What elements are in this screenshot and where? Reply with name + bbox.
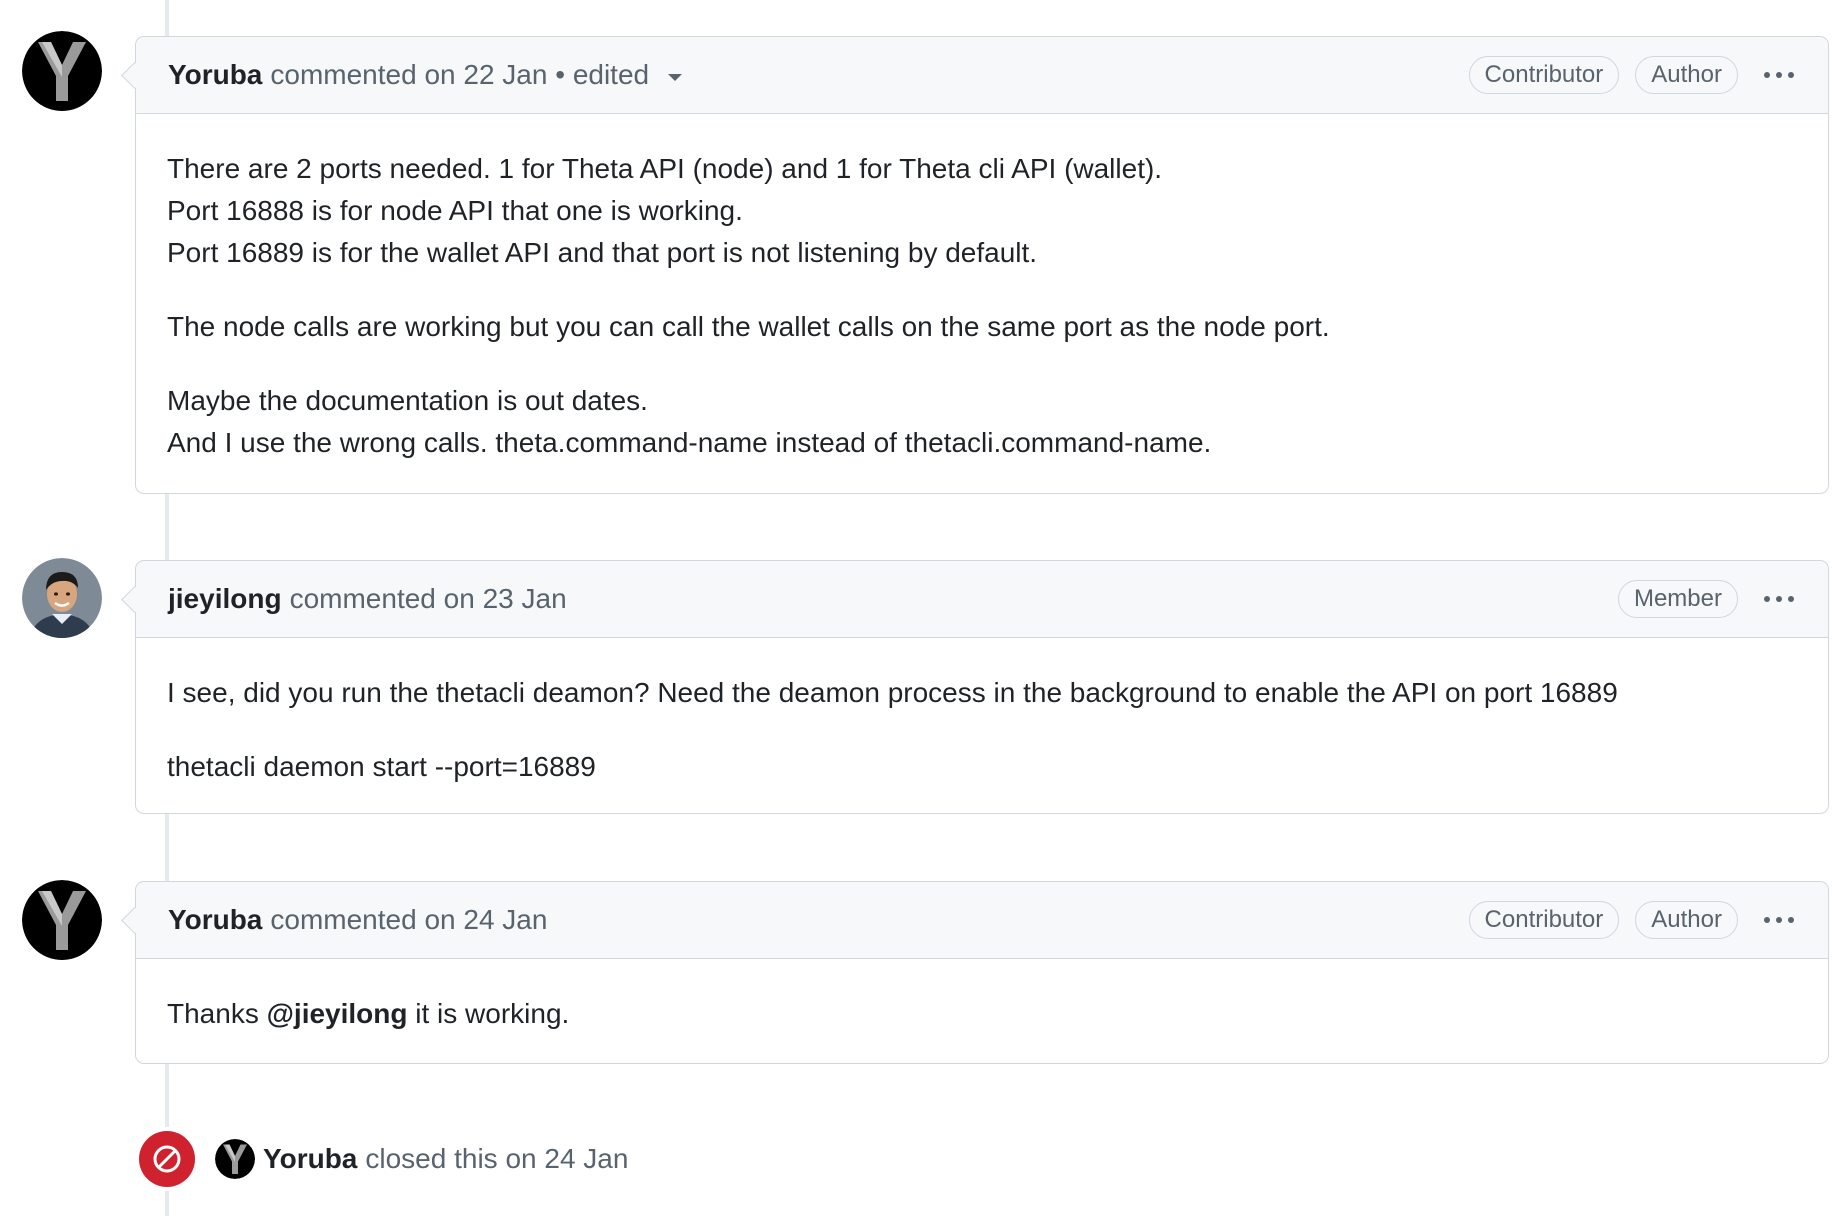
comment-author[interactable]: Yoruba [168,59,262,91]
author-badge: Author [1635,901,1738,939]
comment-paragraph: I see, did you run the thetacli deamon? … [167,677,1618,708]
comment-paragraph: There are 2 ports needed. 1 for Theta AP… [167,153,1163,268]
comment-card: Yoruba commented on 24 Jan Contributor A… [135,881,1829,1064]
more-options-icon[interactable] [1760,64,1798,86]
comment-body: I see, did you run the thetacli deamon? … [136,638,1828,818]
comment-author[interactable]: jieyilong [168,583,282,615]
yoruba-y-logo-icon [22,31,102,111]
comment-timestamp[interactable]: commented on 24 Jan [270,904,547,936]
yoruba-y-logo-icon [215,1139,255,1179]
comment-timestamp[interactable]: commented on 23 Jan [290,583,567,615]
comment-paragraph: The node calls are working but you can c… [167,311,1330,342]
closed-badge [139,1131,195,1187]
comment-body: There are 2 ports needed. 1 for Theta AP… [136,114,1828,494]
author-badge: Author [1635,56,1738,94]
comment-header: jieyilong commented on 23 Jan Member [136,561,1828,638]
more-options-icon[interactable] [1760,909,1798,931]
event-text[interactable]: closed this on 24 Jan [365,1143,628,1175]
more-options-icon[interactable] [1760,588,1798,610]
yoruba-y-logo-icon [22,880,102,960]
comment-card: Yoruba commented on 22 Jan • edited Cont… [135,36,1829,494]
comment-header: Yoruba commented on 22 Jan • edited Cont… [136,37,1828,114]
comment-paragraph: Thanks @jieyilong it is working. [167,998,570,1029]
avatar[interactable] [215,1139,255,1179]
comment-author[interactable]: Yoruba [168,904,262,936]
avatar[interactable] [22,558,102,638]
comment-card: jieyilong commented on 23 Jan Member I s… [135,560,1829,814]
circle-slash-icon [153,1145,181,1173]
user-photo-avatar [22,558,102,638]
comment-header: Yoruba commented on 24 Jan Contributor A… [136,882,1828,959]
event-author[interactable]: Yoruba [263,1143,357,1175]
member-badge: Member [1617,580,1738,618]
contributor-badge: Contributor [1468,901,1620,939]
contributor-badge: Contributor [1468,56,1620,94]
chevron-down-icon[interactable] [667,73,683,83]
avatar[interactable] [22,31,102,111]
comment-paragraph: thetacli daemon start --port=16889 [167,751,596,782]
comment-timestamp[interactable]: commented on 22 Jan • edited [270,59,649,91]
user-mention[interactable]: @jieyilong [267,998,408,1029]
closed-event: Yoruba closed this on 24 Jan [139,1130,628,1188]
avatar[interactable] [22,880,102,960]
comment-body: Thanks @jieyilong it is working. [136,959,1828,1065]
comment-paragraph: Maybe the documentation is out dates. An… [167,385,1212,458]
